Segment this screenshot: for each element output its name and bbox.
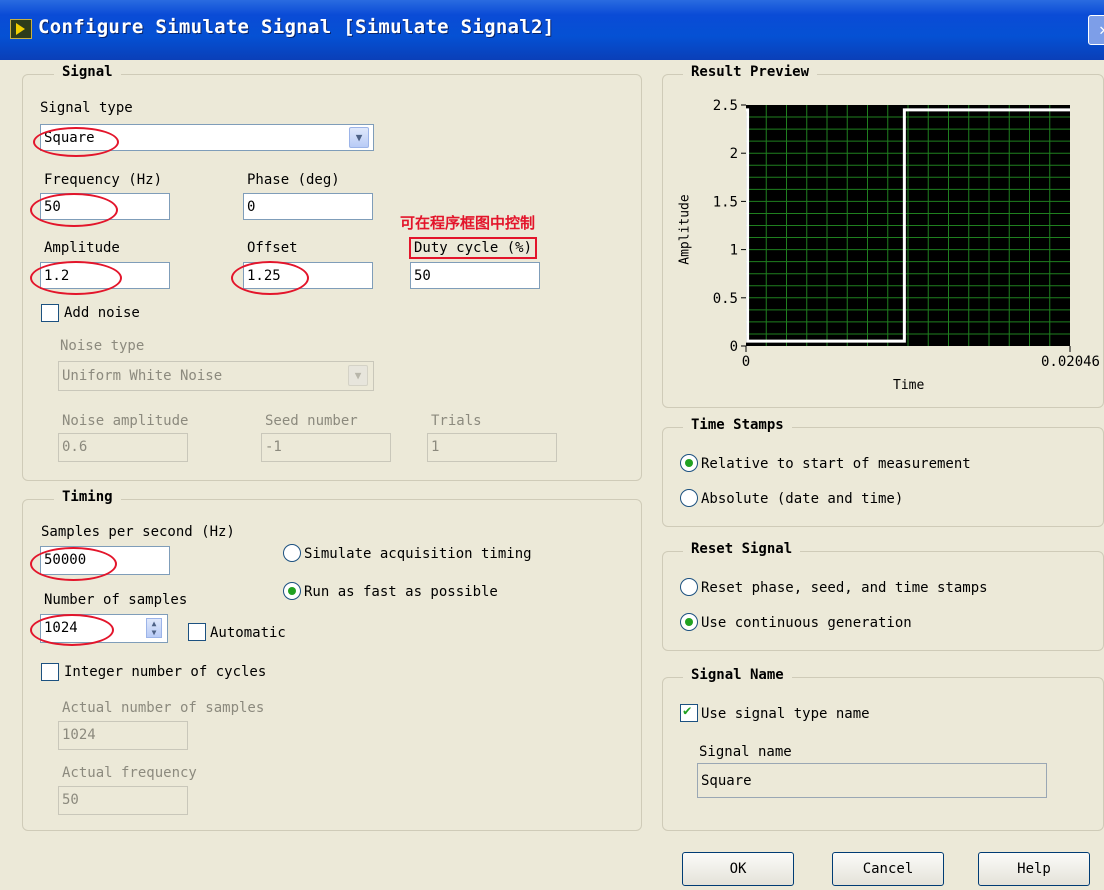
close-button[interactable]: ✕ bbox=[1088, 15, 1104, 45]
window-title: Configure Simulate Signal [Simulate Sign… bbox=[38, 16, 555, 38]
y-tick-label: 1 bbox=[730, 243, 738, 259]
signal-name-input[interactable]: Square bbox=[697, 763, 1047, 798]
highlight-ellipse bbox=[30, 547, 117, 581]
add-noise-label: Add noise bbox=[64, 305, 140, 321]
automatic-label: Automatic bbox=[210, 625, 286, 641]
simulate-timing-label: Simulate acquisition timing bbox=[304, 546, 532, 562]
actual-samples-label: Actual number of samples bbox=[62, 700, 265, 716]
signal-name-title: Signal Name bbox=[683, 667, 792, 683]
integer-cycles-label: Integer number of cycles bbox=[64, 664, 267, 680]
highlight-ellipse bbox=[33, 127, 119, 157]
duty-cycle-value: 50 bbox=[414, 268, 431, 284]
highlight-ellipse bbox=[30, 193, 118, 227]
y-tick-label: 1.5 bbox=[713, 194, 738, 210]
reset-signal-group bbox=[662, 551, 1104, 651]
trials-value: 1 bbox=[431, 439, 440, 455]
simulate-timing-radio[interactable] bbox=[283, 544, 301, 562]
noise-type-label: Noise type bbox=[60, 338, 145, 354]
reset-phase-radio[interactable] bbox=[680, 578, 698, 596]
x-axis-label: Time bbox=[893, 378, 925, 393]
actual-samples-value: 1024 bbox=[62, 727, 96, 743]
annotation-text: 可在程序框图中控制 bbox=[400, 214, 536, 232]
y-tick-label: 0.5 bbox=[713, 291, 738, 307]
y-tick-label: 2 bbox=[730, 146, 738, 162]
continuous-generation-radio[interactable] bbox=[680, 613, 698, 631]
signal-name-value: Square bbox=[701, 773, 752, 789]
add-noise-checkbox[interactable] bbox=[41, 304, 59, 322]
seed-number-value: -1 bbox=[265, 439, 282, 455]
chevron-down-icon[interactable]: ▼ bbox=[348, 365, 368, 386]
automatic-checkbox[interactable] bbox=[188, 623, 206, 641]
noise-amplitude-input[interactable]: 0.6 bbox=[58, 433, 188, 462]
help-button[interactable]: Help bbox=[978, 852, 1090, 886]
run-fast-label: Run as fast as possible bbox=[304, 584, 498, 600]
seed-number-label: Seed number bbox=[265, 413, 358, 429]
actual-samples-field: 1024 bbox=[58, 721, 188, 750]
reset-signal-title: Reset Signal bbox=[683, 541, 801, 557]
trials-input[interactable]: 1 bbox=[427, 433, 557, 462]
run-fast-radio[interactable] bbox=[283, 582, 301, 600]
absolute-timestamp-label: Absolute (date and time) bbox=[701, 491, 904, 507]
absolute-timestamp-radio[interactable] bbox=[680, 489, 698, 507]
result-preview-title: Result Preview bbox=[683, 64, 818, 80]
y-tick-label: 2.5 bbox=[713, 98, 738, 114]
time-stamps-title: Time Stamps bbox=[683, 417, 792, 433]
signal-name-label: Signal name bbox=[699, 744, 792, 760]
time-stamps-group bbox=[662, 427, 1104, 527]
noise-type-select[interactable]: Uniform White Noise bbox=[58, 361, 374, 391]
actual-frequency-value: 50 bbox=[62, 792, 79, 808]
highlight-ellipse bbox=[231, 261, 309, 295]
number-of-samples-label: Number of samples bbox=[44, 592, 188, 608]
relative-timestamp-label: Relative to start of measurement bbox=[701, 456, 971, 472]
continuous-generation-label: Use continuous generation bbox=[701, 615, 912, 631]
offset-label: Offset bbox=[247, 240, 298, 256]
noise-amplitude-label: Noise amplitude bbox=[62, 413, 189, 429]
use-type-name-checkbox[interactable] bbox=[680, 703, 698, 722]
phase-value: 0 bbox=[247, 199, 256, 215]
timing-group-title: Timing bbox=[54, 489, 121, 505]
frequency-label: Frequency (Hz) bbox=[44, 172, 163, 188]
x-tick-label: 0 bbox=[742, 354, 750, 370]
x-tick-label: 0.02046 bbox=[1041, 354, 1100, 370]
phase-input[interactable]: 0 bbox=[243, 193, 373, 220]
actual-frequency-label: Actual frequency bbox=[62, 765, 197, 781]
trials-label: Trials bbox=[431, 413, 482, 429]
spinner-icon[interactable]: ▲ ▼ bbox=[146, 618, 162, 638]
cancel-button[interactable]: Cancel bbox=[832, 852, 944, 886]
relative-timestamp-radio[interactable] bbox=[680, 454, 698, 472]
samples-per-second-label: Samples per second (Hz) bbox=[41, 524, 235, 540]
seed-number-input[interactable]: -1 bbox=[261, 433, 391, 462]
use-type-name-label: Use signal type name bbox=[701, 706, 870, 722]
labview-app-icon bbox=[10, 19, 32, 39]
amplitude-label: Amplitude bbox=[44, 240, 120, 256]
duty-cycle-input[interactable]: 50 bbox=[410, 262, 540, 289]
result-preview-chart: 2.5 2 1.5 1 0.5 00 0.02046 bbox=[713, 98, 1100, 370]
signal-group-title: Signal bbox=[54, 64, 121, 80]
noise-amplitude-value: 0.6 bbox=[62, 439, 88, 455]
highlight-ellipse bbox=[30, 614, 114, 646]
duty-cycle-label: Duty cycle (%) bbox=[409, 237, 538, 259]
integer-cycles-checkbox[interactable] bbox=[41, 663, 59, 681]
actual-frequency-field: 50 bbox=[58, 786, 188, 815]
ok-button[interactable]: OK bbox=[682, 852, 794, 886]
close-icon: ✕ bbox=[1099, 20, 1104, 39]
highlight-ellipse bbox=[30, 261, 122, 295]
phase-label: Phase (deg) bbox=[247, 172, 340, 188]
y-tick-label: 0 bbox=[730, 339, 738, 355]
signal-type-label: Signal type bbox=[40, 100, 133, 116]
noise-type-value: Uniform White Noise bbox=[62, 368, 223, 384]
reset-phase-label: Reset phase, seed, and time stamps bbox=[701, 580, 988, 596]
chevron-down-icon[interactable]: ▼ bbox=[349, 127, 369, 148]
